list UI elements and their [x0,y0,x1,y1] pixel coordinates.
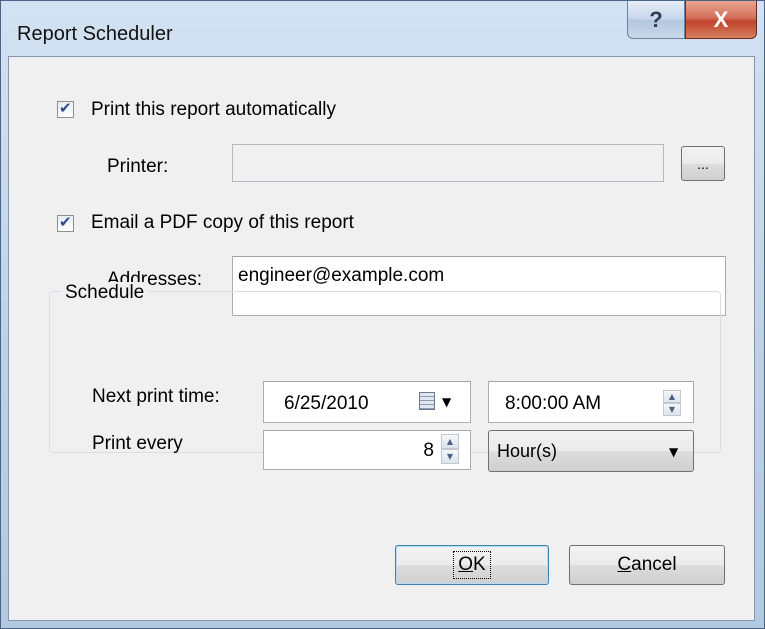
caption-buttons: ? X [627,1,759,41]
interval-value: 8 [423,440,434,461]
down-arrow-icon[interactable]: ▼ [663,403,681,416]
interval-field[interactable]: 8 [263,430,471,470]
time-spinner[interactable]: ▲ ▼ [663,390,681,416]
date-picker[interactable]: 6/25/2010 ▼ [263,381,471,423]
window-title: Report Scheduler [17,23,173,45]
time-value: 8:00:00 AM [505,393,602,414]
print-every-label: Print every [92,433,183,454]
chevron-down-icon[interactable]: ▼ [669,445,678,459]
help-icon: ? [649,6,663,32]
up-arrow-icon[interactable]: ▲ [441,434,459,449]
up-arrow-icon[interactable]: ▲ [663,390,681,403]
down-arrow-icon[interactable]: ▼ [441,449,459,464]
interval-unit-select[interactable]: Hour(s) ▼ [488,430,694,472]
unit-value: Hour(s) [497,440,558,461]
chevron-down-icon[interactable]: ▼ [442,395,451,409]
cancel-label: Cancel [617,554,677,575]
close-button[interactable]: X [685,1,757,39]
print-automatically-checkbox[interactable] [57,99,74,118]
ok-button[interactable]: OK [395,545,549,585]
cancel-button[interactable]: Cancel [569,545,725,585]
browse-printer-button[interactable]: ... [681,146,725,181]
printer-field[interactable] [232,144,664,182]
ellipsis-icon: ... [697,155,709,172]
calendar-icon[interactable] [419,392,435,410]
interval-spinner[interactable]: ▲ ▼ [441,434,459,464]
schedule-groupbox [49,291,721,453]
ok-label: OK [453,551,491,579]
help-button[interactable]: ? [627,1,685,39]
schedule-group-title: Schedule [61,282,149,304]
date-value: 6/25/2010 [284,393,369,414]
next-print-time-label: Next print time: [92,386,220,407]
print-automatically-label[interactable]: Print this report automatically [91,99,336,121]
addresses-value: engineer@example.com [238,265,445,286]
email-pdf-checkbox[interactable] [57,213,74,232]
printer-label: Printer: [107,156,169,177]
email-pdf-label[interactable]: Email a PDF copy of this report [91,212,354,234]
close-icon: X [713,6,729,32]
title-bar[interactable]: Report Scheduler ? X [1,1,764,57]
